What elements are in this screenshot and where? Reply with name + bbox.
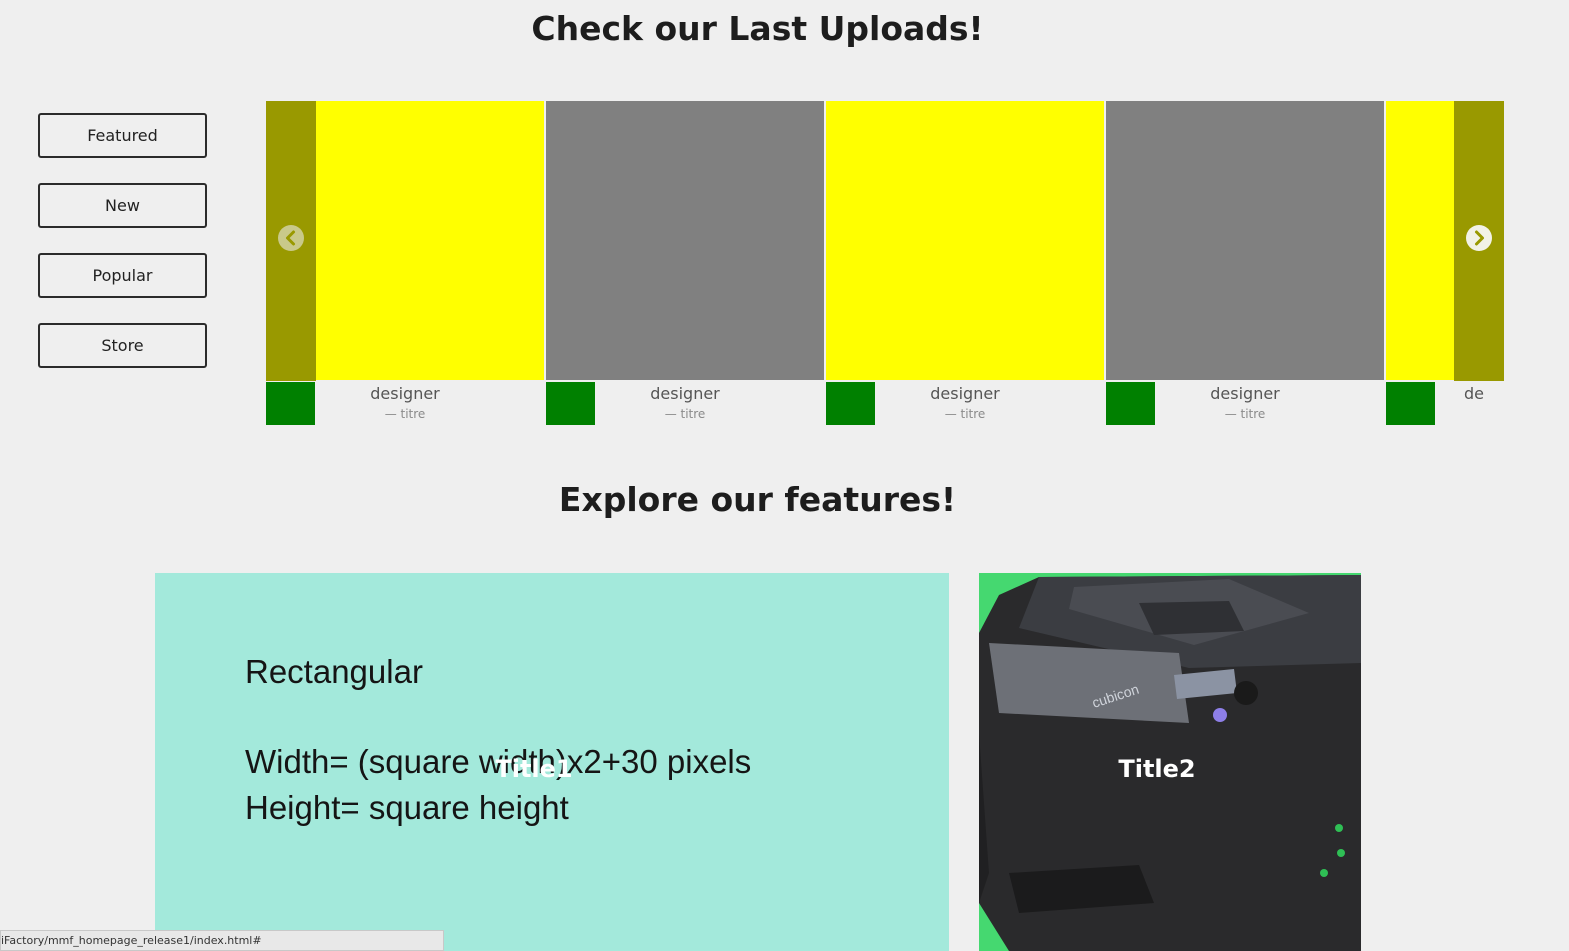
slide-titre: — titre — [1224, 407, 1266, 421]
slide-designer[interactable]: de — [1464, 384, 1484, 403]
designer-avatar[interactable] — [1106, 382, 1155, 425]
slide-thumbnail[interactable] — [1106, 101, 1384, 380]
next-arrow-icon[interactable] — [1465, 224, 1493, 252]
carousel-slide[interactable]: designer — titre — [826, 101, 1106, 427]
prev-arrow-icon[interactable] — [277, 224, 305, 252]
popular-button[interactable]: Popular — [38, 253, 207, 298]
carousel-next-panel[interactable] — [1454, 101, 1504, 381]
slide-titre: — titre — [944, 407, 986, 421]
designer-avatar[interactable] — [826, 382, 875, 425]
slide-designer[interactable]: designer — [875, 384, 1055, 403]
slide-thumbnail[interactable] — [546, 101, 824, 380]
carousel-slide[interactable]: designer — titre — [546, 101, 826, 427]
new-button[interactable]: New — [38, 183, 207, 228]
browser-status-bar: iFactory/mmf_homepage_release1/index.htm… — [0, 930, 444, 951]
carousel-prev-panel[interactable] — [266, 101, 316, 381]
feature-title: Title1 — [495, 755, 573, 783]
features-heading: Explore our features! — [558, 480, 957, 519]
feature-card-1[interactable]: Rectangular Width= (square width)x2+30 p… — [155, 573, 949, 951]
designer-avatar[interactable] — [1386, 382, 1435, 425]
slide-designer[interactable]: designer — [595, 384, 775, 403]
store-button[interactable]: Store — [38, 323, 207, 368]
slide-titre: — titre — [384, 407, 426, 421]
carousel-slide[interactable]: designer — titre — [1106, 101, 1386, 427]
slide-designer[interactable]: designer — [1155, 384, 1335, 403]
slide-titre: — titre — [664, 407, 706, 421]
feature-title: Title2 — [1118, 755, 1196, 783]
feature-card-2[interactable]: cubicon Title2 — [979, 573, 1361, 951]
feature-image-line: Rectangular — [245, 653, 423, 690]
designer-avatar[interactable] — [266, 382, 315, 425]
uploads-carousel: designer — titre designer — titre design… — [266, 101, 1504, 427]
slide-thumbnail[interactable] — [826, 101, 1104, 380]
featured-button[interactable]: Featured — [38, 113, 207, 158]
slide-designer[interactable]: designer — [315, 384, 495, 403]
designer-avatar[interactable] — [546, 382, 595, 425]
uploads-heading: Check our Last Uploads! — [531, 9, 984, 48]
feature-image-line: Height= square height — [245, 789, 569, 826]
